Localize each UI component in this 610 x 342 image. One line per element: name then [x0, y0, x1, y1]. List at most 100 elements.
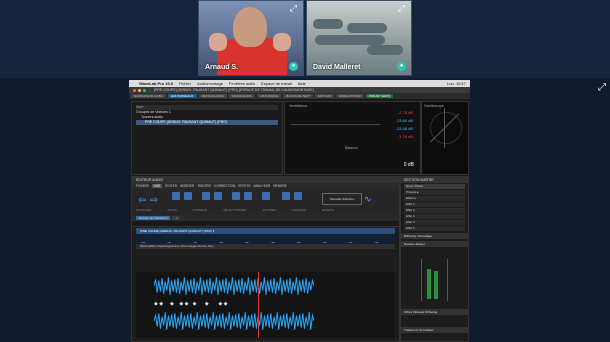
editor-tab[interactable]: TRAITER [197, 184, 211, 188]
effects-icon[interactable] [294, 192, 302, 200]
window-title: [PRE COUPE] (DEBUG: PAUSANT QUINAUT) (PR… [154, 88, 314, 92]
participant-name: Arnaud S. [205, 64, 239, 71]
editor-tab[interactable]: RENDRE [273, 184, 286, 188]
crowd-row [367, 45, 403, 55]
scope-title: Oscilloscope [424, 104, 444, 108]
workspace-tabs: NAVIGATEUR ACIBA LES PANNEAUX METACHLORE… [129, 93, 470, 99]
meter-readout: -13.80 dB [395, 118, 413, 123]
add-tab-button[interactable]: + [172, 216, 181, 220]
overview-waveform[interactable] [136, 235, 395, 243]
master-levels-header[interactable]: Niveaux Master [401, 241, 468, 247]
cursor-snap-icon[interactable] [214, 192, 222, 200]
montage-tab[interactable]: Groupe de Voitures 1 [136, 216, 171, 220]
select-all-icon[interactable] [244, 192, 252, 200]
finalizer-header[interactable]: Traitement du finaliser [401, 327, 468, 333]
waveform-icon[interactable]: ∿ [364, 194, 378, 204]
menu-audiomontage[interactable]: Audiomontage [197, 81, 223, 86]
meter-readout: -1.79 dB [397, 134, 413, 139]
effect-slot[interactable]: Effet 2 [404, 208, 465, 213]
editor-tab[interactable]: ANALYSER [254, 184, 271, 188]
menubar-clock: Lun. 10:17 [447, 81, 466, 86]
group-label: ACTIVER [262, 208, 276, 212]
menu-fichier[interactable]: Fichier [179, 81, 191, 86]
waveform-channel-right[interactable] [154, 310, 314, 332]
group-label: CURSEUR [192, 208, 208, 212]
zoom-window-icon[interactable] [143, 88, 146, 92]
fader-track [447, 259, 448, 301]
person-face [233, 7, 267, 47]
tab-marqueurs[interactable]: MARQUEURS [229, 94, 255, 98]
effect-slot[interactable]: Effet 5 [404, 226, 465, 231]
timeline-ruler[interactable] [132, 221, 399, 227]
waveform-editor[interactable]: ◆ ◆ ◆ ◆ ◆ ◆ ◆ ◆ ◆ [136, 272, 395, 338]
meter-readout: -13.48 dB [395, 126, 413, 131]
zoom-out-icon[interactable] [184, 192, 192, 200]
meter-title: Ventilateurs [289, 104, 308, 108]
meter-readout-row: -13.48 dB [289, 126, 416, 134]
meter-scale-line [291, 124, 380, 125]
select-tool-icon[interactable] [232, 192, 240, 200]
meter-readout: -2.78 dB [397, 110, 413, 115]
editor-tab[interactable]: FICHIER [136, 184, 149, 188]
group-label: SÉLECTIONNER [223, 208, 247, 212]
tab-editeur[interactable]: EDITEUR [314, 94, 335, 98]
tree-item-selected[interactable]: PRE COUPE (DEBUG: PAUSANT QUINAUT) (PRO) [136, 120, 278, 125]
cursor-tool-icon[interactable] [202, 192, 210, 200]
master-faders[interactable] [407, 259, 463, 301]
expand-icon[interactable]: ⤢ [398, 3, 405, 14]
tab-panneaux[interactable]: LES PANNEAUX [167, 94, 197, 98]
group-label: ZOOM [167, 208, 177, 212]
track-view-options[interactable]: Mode Edition Spectrogramme Chronologie S… [136, 244, 395, 249]
zoom-tool-icon[interactable] [172, 192, 180, 200]
file-label[interactable]: [PRE COUPE] (DEBUG: PAUSANT QUINAUT) (PR… [136, 228, 395, 234]
app-menu[interactable]: WaveLab Pro 10.0 [139, 81, 173, 86]
fullscreen-icon[interactable]: ⤢ [598, 82, 606, 93]
editor-tab[interactable]: ÉDITER [165, 184, 177, 188]
waveform-channel-left[interactable] [154, 275, 314, 297]
preset-row[interactable]: Présets ▸ [404, 190, 465, 195]
editor-tab[interactable]: INSÉRER [180, 184, 194, 188]
level-meter-left [427, 269, 431, 299]
video-call-header [0, 0, 610, 78]
tab-navigateur[interactable]: NAVIGATEUR ACIBA [131, 94, 166, 98]
marker-row[interactable]: ◆ ◆ ◆ ◆ ◆ ◆ ◆ ◆ ◆ [154, 301, 354, 307]
forward-arrow-icon[interactable]: ⇨ [150, 195, 158, 206]
tab-historique[interactable]: HISTORIQUE [256, 94, 282, 98]
menu-fenetres-outils[interactable]: Fenêtres outils [229, 81, 255, 86]
tab-enregistrer[interactable]: ENREGISTRER [336, 94, 364, 98]
new-preset-button[interactable]: Nouv. Préset [404, 184, 465, 189]
back-arrow-icon[interactable]: ⇦ [138, 195, 146, 206]
crowd-row [315, 35, 385, 45]
effects-row[interactable]: Effets ▸ [404, 196, 465, 201]
tab-blocs[interactable]: BLOCS DE TEXT [283, 94, 313, 98]
playhead[interactable] [258, 272, 259, 338]
output-level: 0 dB [403, 162, 414, 168]
dithering-section-header[interactable]: Dithering / Encodage [401, 233, 468, 239]
effect-slot[interactable]: Effet 3 [404, 214, 465, 219]
new-selection-button[interactable]: Nouvelle Sélection [322, 193, 362, 205]
person-hand-left [209, 33, 227, 51]
master-section-title: SECTION MAÎTRE [401, 177, 468, 183]
microphone-icon: ● [289, 62, 298, 71]
menu-espace-de-travail[interactable]: Espace de travail [261, 81, 292, 86]
editor-tab[interactable]: CORRECTION [214, 184, 235, 188]
tab-projet[interactable]: PROJET (EDIT) [365, 94, 394, 98]
expand-icon[interactable]: ⤢ [290, 3, 297, 14]
group-label: EFFETS [322, 208, 334, 212]
output-dithering-header[interactable]: Offres (Niveau) Dithering [401, 309, 468, 315]
close-window-icon[interactable] [133, 88, 136, 92]
menu-aide[interactable]: Aide [298, 81, 306, 86]
editor-tab-active[interactable]: VUE [151, 184, 163, 188]
master-section-panel: SECTION MAÎTRE Nouv. Préset Présets ▸ Ef… [400, 176, 469, 342]
editor-tab[interactable]: EFFETS [238, 184, 250, 188]
group-label: NAVIGUER [136, 208, 152, 212]
activate-icon[interactable] [262, 192, 270, 200]
minimize-window-icon[interactable] [138, 88, 141, 92]
tab-metachlores[interactable]: METACHLORES [198, 94, 228, 98]
participant-tile-arnaud[interactable]: ⤢ Arnaud S. ● [198, 0, 304, 76]
layers-icon[interactable] [282, 192, 290, 200]
effect-slot[interactable]: Effet 1 [404, 202, 465, 207]
effect-slot[interactable]: Effet 4 [404, 220, 465, 225]
crowd-row [347, 23, 387, 33]
participant-tile-david[interactable]: ⤢ David Malleret ● [306, 0, 412, 76]
